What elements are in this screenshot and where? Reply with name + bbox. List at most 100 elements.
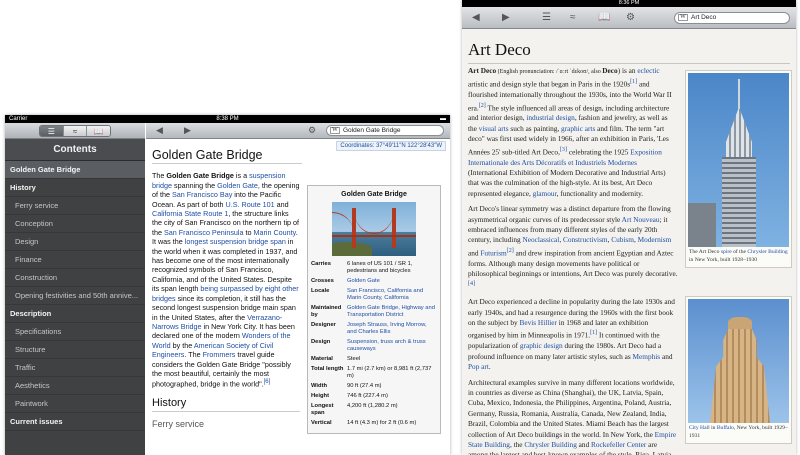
wikipedia-w-icon: W [330,127,340,134]
photo-building-left [688,203,716,247]
toc-item[interactable]: Ferry service [5,197,145,215]
toc-item[interactable]: Structure [5,341,145,359]
infobox-row: Longest span 4,200 ft (1,280.2 m) [311,403,437,417]
contents-list-icon[interactable]: ☰ [542,12,551,24]
figure-chrysler: The Art Deco spire of the Chrysler Build… [685,70,792,268]
search-input[interactable]: W Golden Gate Bridge [326,125,444,136]
reference-3[interactable]: [3] [560,147,567,153]
reference-4[interactable]: [4] [468,281,475,287]
status-time: 8:38 PM [216,116,239,122]
status-bar-portrait: 8:36 PM [462,0,796,7]
infobox-value[interactable]: San Francisco, California and Marin Coun… [347,288,437,302]
toc-item[interactable]: Traffic [5,359,145,377]
toc-item[interactable]: Design [5,233,145,251]
link-ca-route-1[interactable]: California State Route 1 [152,209,228,218]
link-frommers[interactable]: Frommers [203,350,236,359]
infobox-key: Vertical [311,420,332,426]
settings-gear-icon[interactable]: ⚙ [626,12,635,24]
infobox-key: Maintained by [311,305,342,318]
contents-title: Contents [5,139,145,161]
infobox-value[interactable]: Golden Gate Bridge, Highway and Transpor… [347,305,437,319]
intro-paragraph: The Golden Gate Bridge is a suspension b… [152,171,300,389]
link-cubism[interactable]: Cubism [611,235,634,244]
link-constructivism[interactable]: Constructivism [563,235,608,244]
paragraph-1: Art Deco (English pronunciation: /ˈɑːrt … [468,66,672,198]
link-golden-gate[interactable]: Golden Gate [217,181,258,190]
landscape-ipad-screen: Carrier 8:38 PM ▬ ☰ ≈ 📖 Contents Golden … [5,115,450,455]
infobox: Golden Gate Bridge Carries 6 lanes of US … [307,185,441,434]
link-spire[interactable]: spire [721,249,732,255]
bookmarks-icon[interactable]: 📖 [87,126,110,136]
link-memphis[interactable]: Memphis [633,352,661,361]
back-arrow-icon[interactable]: ◀ [472,12,480,24]
link-marin-county[interactable]: Marin County [254,228,296,237]
infobox-key: Locale [311,288,330,294]
link-san-francisco-bay[interactable]: San Francisco Bay [172,190,232,199]
chrysler-building-photo[interactable] [688,73,789,247]
infobox-row: Vertical 14 ft (4.3 m) for 2 ft (0.6 m) [311,420,437,427]
back-arrow-icon[interactable]: ◀ [156,125,163,136]
bookmarks-icon[interactable]: 📖 [598,12,610,24]
toc-item[interactable]: Aesthetics [5,377,145,395]
photo-cable [332,212,354,234]
link-visual-arts[interactable]: visual arts [479,124,509,133]
toc-item[interactable]: Current issues [5,413,145,431]
link-industrial-design[interactable]: industrial design [526,113,574,122]
infobox-row: Crosses Golden Gate [311,278,437,285]
toc-item[interactable]: Construction [5,269,145,287]
link-pop-art[interactable]: Pop art [468,362,489,371]
paragraph-3: Art Deco experienced a decline in popula… [468,297,675,372]
infobox-rows: Carries 6 lanes of US 101 / SR 1, pedestr… [311,261,437,427]
link-neoclassical[interactable]: Neoclassical [522,235,559,244]
toc-item[interactable]: Description [5,305,145,323]
link-buffalo[interactable]: Buffalo [717,425,734,431]
forward-arrow-icon[interactable]: ▶ [502,12,510,24]
forward-arrow-icon[interactable]: ▶ [184,125,191,136]
article-body: Art Deco (English pronunciation: /ˈɑːrt … [468,66,678,455]
link-graphic-design[interactable]: graphic design [520,341,563,350]
link-rockefeller[interactable]: Rockefeller Center [591,440,646,449]
photo-tower [710,329,770,423]
link-bevis-hillier[interactable]: Bevis Hillier [519,318,557,327]
toc-item[interactable]: History [5,179,145,197]
infobox-value[interactable]: Golden Gate [347,278,437,285]
link-chrysler[interactable]: Chrysler Building [524,440,577,449]
photo-deck [332,235,416,237]
link-chrysler-caption[interactable]: Chrysler Building [747,249,787,255]
reference-2b[interactable]: [2] [507,248,514,254]
infobox-key: Carries [311,261,331,267]
nearby-icon[interactable]: ≈ [570,12,576,24]
infobox-value[interactable]: Joseph Strauss, Irving Morrow, and Charl… [347,322,437,336]
link-graphic-arts[interactable]: graphic arts [561,124,595,133]
search-input[interactable]: W Art Deco [674,12,790,24]
toc-item[interactable]: Specifications [5,323,145,341]
coordinates-label[interactable]: Coordinates: 37°49′11″N 122°28′43″W [336,141,446,151]
infobox-key: Crosses [311,278,334,284]
contents-list-icon[interactable]: ☰ [40,126,64,136]
golden-gate-photo[interactable] [332,202,416,256]
toc-item[interactable]: Paintwork [5,395,145,413]
infobox-value[interactable]: Suspension, truss arch & truss causeways [347,339,437,353]
link-city-hall[interactable]: City Hall [689,425,710,431]
reference-2[interactable]: [2] [479,103,486,109]
settings-gear-icon[interactable]: ⚙ [308,125,316,136]
link-eclectic[interactable]: eclectic [637,66,659,75]
link-futurism[interactable]: Futurism [480,248,506,257]
link-art-nouveau[interactable]: Art Nouveau [622,215,660,224]
sidebar-toolbar: ☰ ≈ 📖 [5,123,145,139]
infobox-key: Design [311,339,331,345]
nearby-icon[interactable]: ≈ [63,126,88,136]
reference-6[interactable]: [6] [264,379,271,385]
city-hall-photo[interactable] [688,299,789,423]
link-longest-span[interactable]: longest suspension bridge span [185,237,286,246]
toc-item[interactable]: Golden Gate Bridge [5,161,145,179]
link-modernism[interactable]: Modernism [638,235,672,244]
link-us-route-101[interactable]: U.S. Route 101 [226,200,275,209]
toc-item[interactable]: Finance [5,251,145,269]
figure-caption: The Art Deco spire of the Chrysler Build… [689,249,788,263]
toc-item[interactable]: Conception [5,215,145,233]
toc-item[interactable]: Opening festivities and 50th annive... [5,287,145,305]
table-of-contents: Golden Gate Bridge History Ferry service Co… [5,161,145,431]
link-glamour[interactable]: glamour [533,189,557,198]
link-sf-peninsula[interactable]: San Francisco Peninsula [164,228,244,237]
